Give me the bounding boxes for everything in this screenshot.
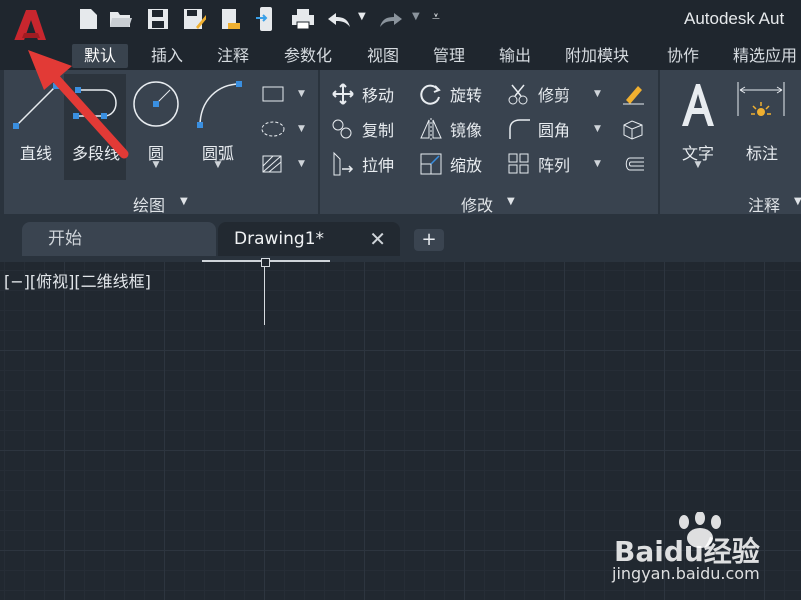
fillet-label: 圆角	[538, 121, 571, 140]
undo-icon[interactable]	[326, 6, 350, 32]
offset-icon	[625, 157, 644, 171]
tab-featured-apps[interactable]: 精选应用	[733, 44, 797, 68]
undo-dropdown-icon[interactable]: ▼	[358, 11, 366, 22]
print-icon[interactable]	[290, 6, 314, 32]
redo-dropdown-icon[interactable]: ▼	[412, 11, 420, 22]
customize-icon[interactable]: ⩡	[432, 9, 440, 25]
red-arrow-annotation	[28, 50, 129, 159]
explode-button[interactable]	[620, 115, 652, 143]
copy-label: 复制	[362, 121, 395, 140]
new-tab-icon[interactable]: +	[414, 229, 444, 251]
baidu-url: jingyan.baidu.com	[612, 564, 760, 583]
rectangle-button[interactable]: ▼	[260, 80, 305, 108]
ellipse-icon	[261, 121, 285, 137]
ellipse-button[interactable]: ▼	[260, 115, 305, 143]
stretch-button[interactable]: 拉伸	[330, 150, 394, 178]
mirror-icon	[420, 118, 442, 140]
tab-parametric[interactable]: 参数化	[284, 44, 332, 68]
modify-panel-title[interactable]: 修改	[461, 192, 493, 216]
explode-icon	[623, 120, 643, 140]
tab-drawing1[interactable]: Drawing1* ✕	[218, 222, 400, 256]
baidu-watermark: Baidu经验 jingyan.baidu.com	[612, 512, 792, 584]
dimension-icon	[737, 82, 785, 116]
trim-icon	[508, 84, 528, 105]
tab-collaborate[interactable]: 协作	[667, 44, 699, 68]
tab-manage[interactable]: 管理	[433, 44, 465, 68]
tab-annotate[interactable]: 注释	[217, 44, 249, 68]
scale-icon	[420, 153, 442, 175]
viewport-controls[interactable]: [−][俯视][二维线框]	[4, 268, 151, 292]
tab-start-label: 开始	[48, 229, 82, 249]
trim-button[interactable]: 修剪 ▼	[506, 80, 601, 108]
dimension-button[interactable]: 标注	[734, 76, 790, 176]
text-dropdown-icon[interactable]: ▼	[668, 160, 728, 170]
annotation-panel-title[interactable]: 注释	[748, 192, 780, 216]
modify-panel-dropdown-icon[interactable]: ▼	[507, 196, 515, 207]
scale-label: 缩放	[450, 156, 483, 175]
tab-start[interactable]: 开始	[22, 222, 216, 256]
stretch-label: 拉伸	[362, 156, 395, 175]
dimension-label: 标注	[745, 144, 778, 163]
mirror-label: 镜像	[450, 121, 483, 140]
save-icon[interactable]	[146, 6, 170, 32]
copy-icon	[332, 119, 352, 139]
scale-button[interactable]: 缩放	[418, 150, 482, 178]
rotate-icon	[420, 84, 441, 105]
tab-view[interactable]: 视图	[367, 44, 399, 68]
stretch-icon	[333, 151, 354, 176]
erase-button[interactable]	[620, 80, 652, 108]
fillet-icon	[509, 119, 530, 139]
erase-icon	[623, 86, 644, 105]
draw-panel-dropdown-icon[interactable]: ▼	[180, 196, 188, 207]
rotate-label: 旋转	[450, 86, 483, 105]
save-as-icon[interactable]	[182, 6, 206, 32]
tab-output[interactable]: 输出	[499, 44, 531, 68]
move-label: 移动	[362, 86, 395, 105]
tab-insert[interactable]: 插入	[151, 44, 183, 68]
rectangle-icon	[262, 86, 284, 102]
move-button[interactable]: 移动	[330, 80, 394, 108]
offset-button[interactable]	[620, 150, 652, 178]
arc-dropdown-icon[interactable]: ▼	[190, 160, 246, 170]
array-button[interactable]: 阵列 ▼	[506, 150, 601, 178]
crosshair-line	[264, 266, 265, 325]
array-label: 阵列	[538, 156, 571, 175]
crosshair-pickbox	[261, 258, 270, 267]
tab-addins[interactable]: 附加模块	[565, 44, 629, 68]
arc-icon	[197, 81, 242, 128]
copy-button[interactable]: 复制	[330, 115, 394, 143]
trim-label: 修剪	[538, 86, 571, 105]
text-button[interactable]: 文字 ▼	[668, 76, 728, 176]
move-icon	[332, 83, 354, 105]
hatch-icon	[262, 155, 282, 173]
app-title: Autodesk Aut	[684, 9, 785, 28]
mirror-button[interactable]: 镜像	[418, 115, 482, 143]
hatch-button[interactable]: ▼	[260, 150, 305, 178]
share-icon[interactable]	[218, 6, 242, 32]
rotate-button[interactable]: 旋转	[418, 80, 482, 108]
arc-button[interactable]: 圆弧 ▼	[190, 76, 246, 176]
publish-icon[interactable]	[254, 6, 278, 32]
annotation-panel-dropdown-icon[interactable]: ▼	[794, 196, 801, 207]
array-icon	[508, 153, 529, 174]
close-icon[interactable]: ✕	[369, 222, 386, 256]
redo-icon[interactable]	[378, 6, 402, 32]
tab-drawing1-label: Drawing1*	[234, 229, 325, 249]
fillet-button[interactable]: 圆角 ▼	[506, 115, 601, 143]
text-icon	[682, 84, 714, 126]
draw-panel-title[interactable]: 绘图	[133, 192, 165, 216]
